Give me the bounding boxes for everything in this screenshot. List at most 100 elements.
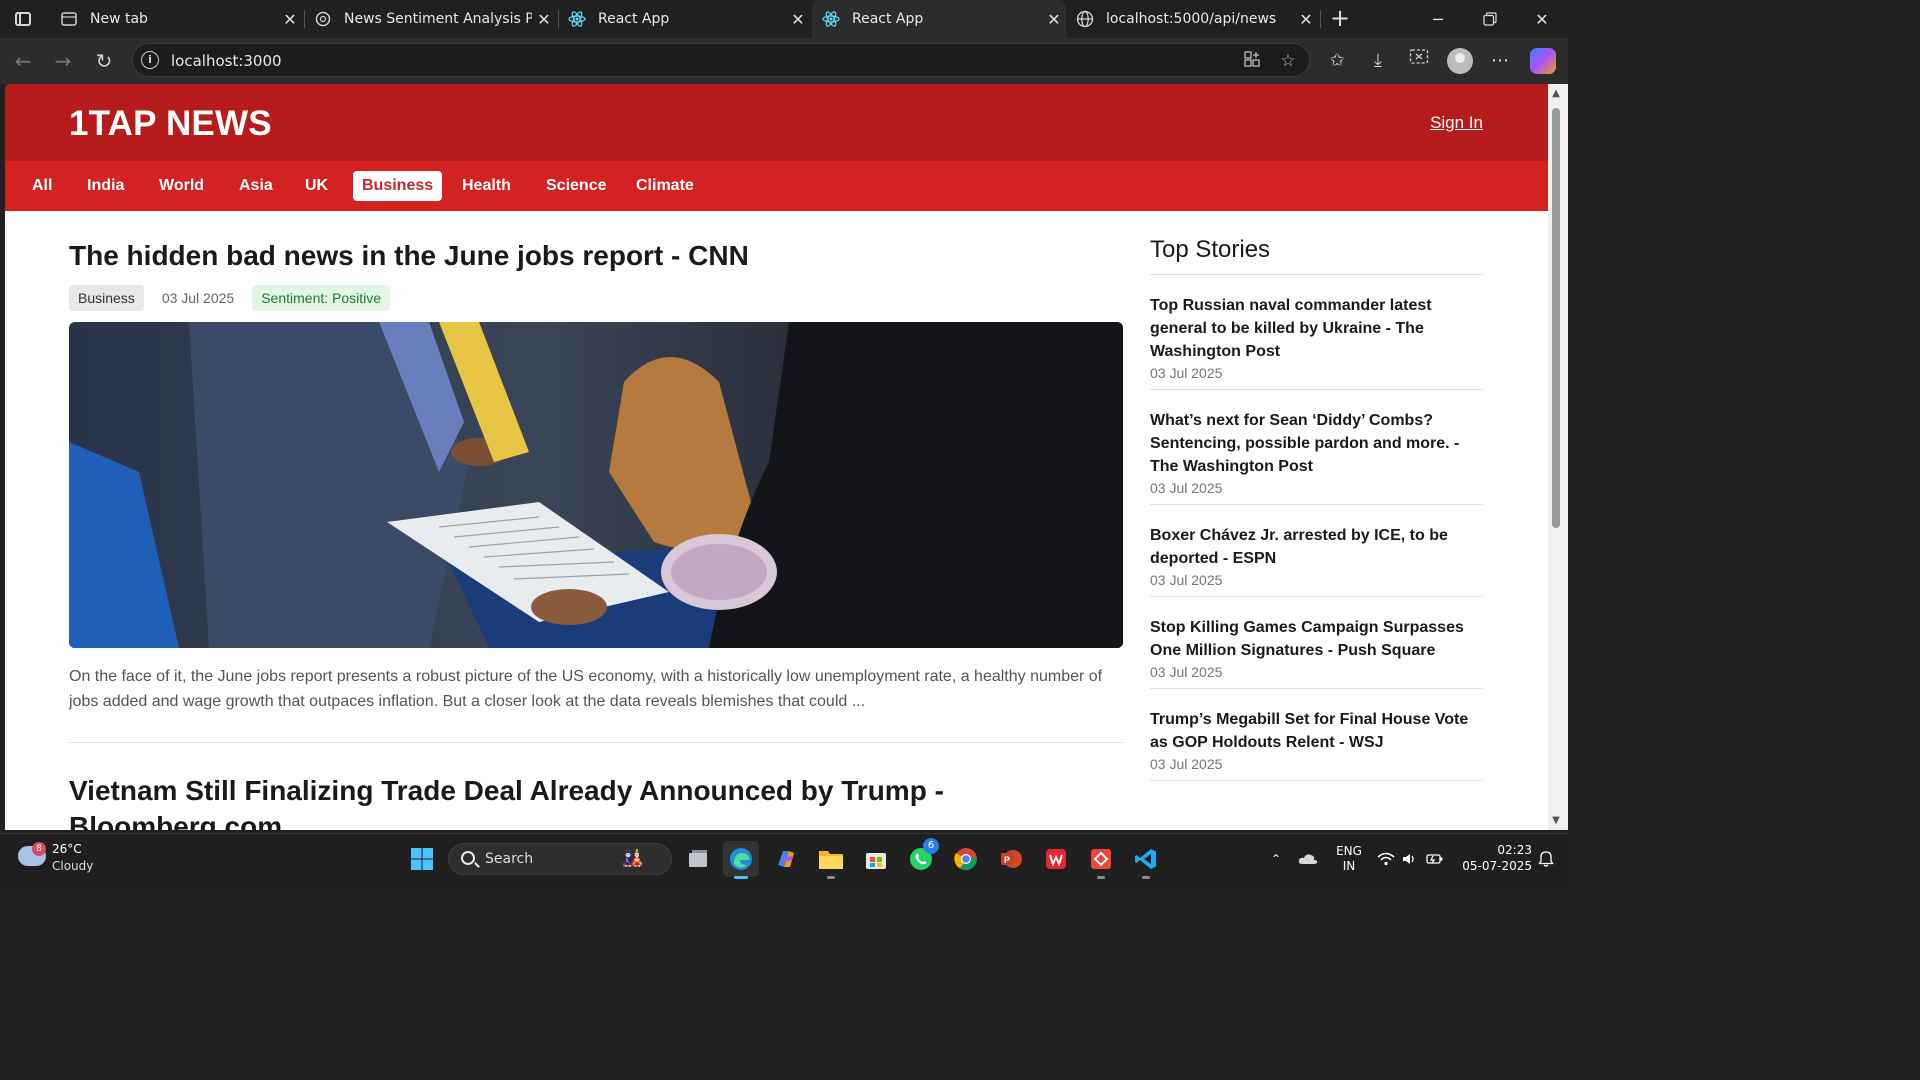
address-bar[interactable]: i localhost:3000 ☆ xyxy=(132,43,1310,77)
minimize-button[interactable]: ─ xyxy=(1412,0,1464,38)
chrome-icon[interactable] xyxy=(948,841,984,877)
task-view-icon[interactable] xyxy=(680,841,716,877)
tab-title: localhost:5000/api/news xyxy=(1106,11,1277,27)
tab-api-news[interactable]: localhost:5000/api/news ✕ xyxy=(1066,0,1318,38)
microsoft-store-icon[interactable] xyxy=(858,841,894,877)
browser-toolbar: ← → ↻ i localhost:3000 ☆ ✩ ⤓ ⋯ xyxy=(0,38,1568,84)
wps-office-icon[interactable] xyxy=(1038,841,1074,877)
story-item[interactable]: Top Russian naval commander latest gener… xyxy=(1150,275,1483,390)
story-title[interactable]: Trump’s Megabill Set for Final House Vot… xyxy=(1150,708,1483,754)
new-tab-button[interactable]: + xyxy=(1326,4,1354,32)
file-explorer-icon[interactable] xyxy=(813,841,849,879)
category-all[interactable]: All xyxy=(23,171,61,201)
clock-time: 02:23 xyxy=(1497,843,1532,857)
article-image[interactable] xyxy=(69,322,1123,648)
whatsapp-icon[interactable]: 6 xyxy=(903,838,939,877)
back-button[interactable]: ← xyxy=(8,46,38,76)
more-menu-icon[interactable]: ⋯ xyxy=(1487,48,1513,74)
tab-react-app-1[interactable]: React App ✕ xyxy=(558,0,810,38)
close-tab-icon[interactable]: ✕ xyxy=(532,10,556,29)
story-title[interactable]: Stop Killing Games Campaign Surpasses On… xyxy=(1150,616,1483,662)
close-tab-icon[interactable]: ✕ xyxy=(1294,10,1318,29)
edge-browser-icon[interactable] xyxy=(723,841,759,879)
category-business[interactable]: Business xyxy=(353,171,443,201)
weather-temp: 26°C xyxy=(52,842,82,856)
sign-in-link[interactable]: Sign In xyxy=(1430,113,1483,133)
story-item[interactable]: Stop Killing Games Campaign Surpasses On… xyxy=(1150,597,1483,689)
category-climate[interactable]: Climate xyxy=(627,171,703,201)
battery-icon[interactable] xyxy=(1424,834,1446,883)
category-science[interactable]: Science xyxy=(537,171,615,201)
category-uk[interactable]: UK xyxy=(296,171,337,201)
category-nav: All India World Asia UK Business Health … xyxy=(5,161,1548,211)
close-tab-icon[interactable]: ✕ xyxy=(278,10,302,29)
page-scrollbar[interactable]: ▲ ▼ xyxy=(1548,84,1568,830)
app-available-icon[interactable] xyxy=(1241,50,1263,72)
category-asia[interactable]: Asia xyxy=(230,171,282,201)
language-indicator[interactable]: ENG IN xyxy=(1332,834,1366,883)
article-divider xyxy=(69,742,1123,743)
story-item[interactable]: Boxer Chávez Jr. arrested by ICE, to be … xyxy=(1150,505,1483,597)
sentiment-badge: Sentiment: Positive xyxy=(252,285,391,311)
volume-icon[interactable] xyxy=(1400,834,1420,883)
close-window-button[interactable]: ✕ xyxy=(1516,0,1568,38)
onedrive-icon[interactable] xyxy=(1296,834,1320,883)
restore-button[interactable] xyxy=(1464,0,1516,38)
close-tab-icon[interactable]: ✕ xyxy=(786,10,810,29)
copilot-icon[interactable] xyxy=(1530,48,1556,74)
favorite-star-icon[interactable]: ☆ xyxy=(1277,50,1299,72)
story-title[interactable]: What’s next for Sean ‘Diddy’ Combs? Sent… xyxy=(1150,409,1483,478)
notification-icon[interactable] xyxy=(1534,834,1558,883)
newtab-icon xyxy=(60,10,78,28)
scrollbar-thumb[interactable] xyxy=(1552,108,1560,528)
show-hidden-icons[interactable]: ⌃ xyxy=(1266,834,1286,883)
weather-widget[interactable]: 8 26°C Cloudy xyxy=(18,842,128,876)
article-headline[interactable]: Vietnam Still Finalizing Trade Deal Alre… xyxy=(69,773,1123,830)
story-title[interactable]: Boxer Chávez Jr. arrested by ICE, to be … xyxy=(1150,524,1483,570)
address-url[interactable]: localhost:3000 xyxy=(171,52,282,70)
top-stories-heading: Top Stories xyxy=(1150,236,1483,275)
story-title[interactable]: Top Russian naval commander latest gener… xyxy=(1150,294,1483,363)
search-icon xyxy=(461,851,475,865)
category-world[interactable]: World xyxy=(150,171,213,201)
tab-react-app-2[interactable]: React App ✕ xyxy=(812,0,1066,38)
article-feed: The hidden bad news in the June jobs rep… xyxy=(69,211,1123,830)
download-icon[interactable]: ⤓ xyxy=(1365,48,1391,74)
site-header: 1TAP NEWS Sign In xyxy=(5,84,1548,161)
start-button[interactable] xyxy=(404,841,440,877)
site-logo[interactable]: 1TAP NEWS xyxy=(69,104,272,144)
chatgpt-icon xyxy=(314,10,332,28)
system-clock[interactable]: 02:23 05-07-2025 xyxy=(1452,842,1532,874)
taskbar: 8 26°C Cloudy Search 🎎 6 P ⌃ ENG IN 02:2… xyxy=(0,833,1568,882)
close-tab-icon[interactable]: ✕ xyxy=(1042,10,1066,29)
powerpoint-icon[interactable]: P xyxy=(993,841,1029,877)
language-code: ENG xyxy=(1336,843,1362,858)
refresh-button[interactable]: ↻ xyxy=(89,46,119,76)
forward-button[interactable]: → xyxy=(48,46,78,76)
profile-avatar[interactable] xyxy=(1447,48,1473,74)
article-headline[interactable]: The hidden bad news in the June jobs rep… xyxy=(69,238,1123,274)
tab-news-sentiment[interactable]: News Sentiment Analysis Page ✕ xyxy=(304,0,556,38)
site-info-icon[interactable]: i xyxy=(141,51,159,69)
tab-new-tab[interactable]: New tab ✕ xyxy=(50,0,302,38)
tab-title: News Sentiment Analysis Page xyxy=(344,11,532,27)
copilot-app-icon[interactable] xyxy=(768,841,804,877)
category-india[interactable]: India xyxy=(78,171,133,201)
top-stories-sidebar: Top Stories Top Russian naval commander … xyxy=(1150,236,1483,781)
category-health[interactable]: Health xyxy=(453,171,520,201)
favorites-icon[interactable]: ✩ xyxy=(1324,48,1350,74)
story-date: 03 Jul 2025 xyxy=(1150,664,1223,680)
wifi-icon[interactable] xyxy=(1376,834,1396,883)
vscode-icon[interactable] xyxy=(1128,841,1164,879)
region-code: IN xyxy=(1342,858,1356,873)
taskbar-search[interactable]: Search 🎎 xyxy=(448,843,672,875)
article-description: On the face of it, the June jobs report … xyxy=(69,668,1103,710)
tab-actions-icon[interactable] xyxy=(10,7,36,31)
anydesk-icon[interactable] xyxy=(1083,841,1119,879)
story-item[interactable]: Trump’s Megabill Set for Final House Vot… xyxy=(1150,689,1483,781)
story-item[interactable]: What’s next for Sean ‘Diddy’ Combs? Sent… xyxy=(1150,390,1483,505)
scroll-up-icon[interactable]: ▲ xyxy=(1550,88,1562,99)
screenshot-icon[interactable] xyxy=(1406,48,1432,74)
tab-title: React App xyxy=(598,11,670,27)
scroll-down-icon[interactable]: ▼ xyxy=(1550,815,1562,826)
